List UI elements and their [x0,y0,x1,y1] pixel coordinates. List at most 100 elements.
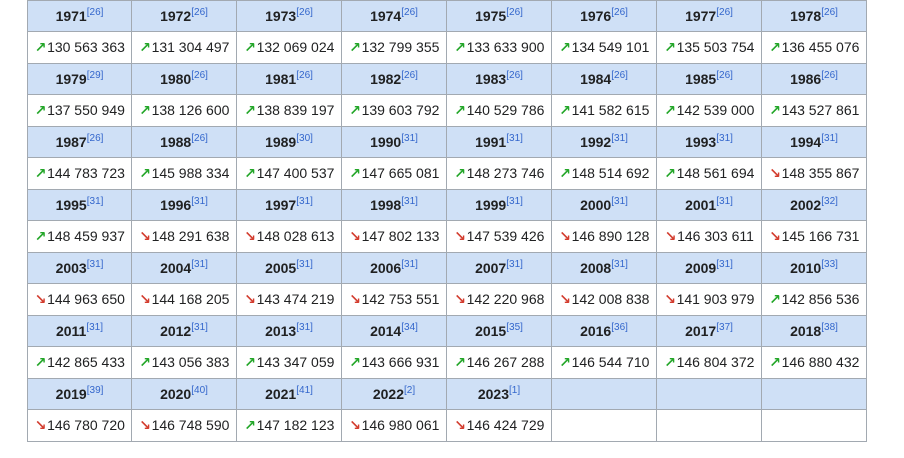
year-header-cell: 2005[31] [236,252,342,284]
year-label: 1998 [370,197,402,213]
population-value-row: ↗130 563 363 ↗131 304 497 ↗132 069 024 ↗132… [27,31,867,64]
reference-link[interactable]: [31] [86,322,103,333]
year-header-cell: 2013[31] [236,315,342,347]
reference-link[interactable]: [26] [611,7,628,18]
reference-link[interactable]: [41] [296,385,313,396]
reference-link[interactable]: [36] [611,322,628,333]
population-value: 135 503 754 [676,39,755,55]
reference-link[interactable]: [31] [191,322,208,333]
population-value-cell: ↗131 304 497 [131,31,237,64]
reference-link[interactable]: [26] [506,70,523,81]
year-header-cell: 2000[31] [551,189,657,221]
reference-link[interactable]: [26] [716,70,733,81]
year-label: 1988 [160,134,192,150]
reference-link[interactable]: [31] [191,259,208,270]
reference-link[interactable]: [31] [401,259,418,270]
reference-link[interactable]: [31] [611,259,628,270]
reference-link[interactable]: [33] [821,259,838,270]
population-value-cell: ↗147 400 537 [236,157,342,190]
reference-link[interactable]: [31] [611,133,628,144]
reference-link[interactable]: [31] [296,259,313,270]
population-value-cell: ↗142 865 433 [27,346,132,379]
year-header-cell: 2018[38] [761,315,867,347]
reference-link[interactable]: [31] [506,133,523,144]
year-header-cell: 1989[30] [236,126,342,158]
reference-link[interactable]: [31] [506,196,523,207]
reference-link[interactable]: [26] [191,7,208,18]
reference-link[interactable]: [31] [716,196,733,207]
reference-link[interactable]: [31] [296,196,313,207]
year-header-cell: 2012[31] [131,315,237,347]
population-value: 130 563 363 [47,39,125,55]
population-value-cell: ↘147 539 426 [446,220,552,253]
year-label: 2008 [580,260,612,276]
population-value: 146 804 372 [676,354,755,370]
year-header-cell: 2015[35] [446,315,552,347]
reference-link[interactable]: [26] [87,133,104,144]
trend-down-icon: ↘ [559,291,571,307]
reference-link[interactable]: [26] [821,70,838,81]
population-value-row: ↗148 459 937 ↘148 291 638 ↘148 028 613 ↘147… [27,220,867,253]
year-label: 1989 [265,134,297,150]
population-value-cell: ↘142 753 551 [341,283,447,316]
reference-link[interactable]: [26] [506,7,523,18]
reference-link[interactable]: [31] [821,133,838,144]
reference-link[interactable]: [26] [296,7,313,18]
population-value-cell: ↗134 549 101 [551,31,657,64]
reference-link[interactable]: [31] [296,322,313,333]
reference-link[interactable]: [26] [191,133,208,144]
year-header-cell: 1986[26] [761,63,867,95]
population-value: 144 963 650 [47,291,125,307]
reference-link[interactable]: [31] [87,259,104,270]
reference-link[interactable]: [40] [191,385,208,396]
population-value: 147 182 123 [256,417,335,433]
reference-link[interactable]: [26] [87,7,104,18]
reference-link[interactable]: [26] [401,7,418,18]
population-value: 137 550 949 [47,102,125,118]
reference-link[interactable]: [31] [401,196,418,207]
reference-link[interactable]: [38] [821,322,838,333]
trend-up-icon: ↗ [349,165,361,181]
reference-link[interactable]: [31] [87,196,104,207]
reference-link[interactable]: [37] [716,322,733,333]
reference-link[interactable]: [2] [404,385,415,396]
year-label: 1992 [580,134,612,150]
reference-link[interactable]: [26] [296,70,313,81]
reference-link[interactable]: [26] [191,70,208,81]
population-value-cell: ↗143 527 861 [761,94,867,127]
reference-link[interactable]: [26] [716,7,733,18]
reference-link[interactable]: [1] [509,385,520,396]
population-value: 144 783 723 [47,165,125,181]
reference-link[interactable]: [26] [401,70,418,81]
population-value: 143 474 219 [256,291,335,307]
reference-link[interactable]: [32] [821,196,838,207]
population-value: 144 168 205 [151,291,230,307]
year-header-row: 1979[29] 1980[26] 1981[26] 1982[26] 1983[26]… [27,63,867,95]
population-value: 142 865 433 [47,354,125,370]
reference-link[interactable]: [31] [401,133,418,144]
reference-link[interactable]: [31] [716,259,733,270]
year-label: 2022 [372,386,405,402]
reference-link[interactable]: [26] [611,70,628,81]
reference-link[interactable]: [26] [821,7,838,18]
reference-link[interactable]: [31] [506,259,523,270]
year-header-cell: 1976[26] [551,0,657,32]
reference-link[interactable]: [34] [401,322,418,333]
population-value-cell: ↗147 182 123 [236,409,342,442]
reference-link[interactable]: [29] [87,70,104,81]
trend-up-icon: ↗ [139,39,151,55]
reference-link[interactable]: [31] [191,196,208,207]
reference-link[interactable]: [39] [87,385,104,396]
population-value-cell: ↗146 804 372 [656,346,762,379]
trend-up-icon: ↗ [244,165,256,181]
population-value-cell: ↘141 903 979 [656,283,762,316]
year-label: 2021 [265,386,297,402]
reference-link[interactable]: [35] [506,322,523,333]
year-header-row: 1987[26] 1988[26] 1989[30] 1990[31] 1991[31]… [27,126,867,158]
year-header-cell: 1985[26] [656,63,762,95]
reference-link[interactable]: [30] [296,133,313,144]
trend-down-icon: ↘ [454,417,466,433]
reference-link[interactable]: [31] [716,133,733,144]
year-label: 2012 [160,323,192,339]
reference-link[interactable]: [31] [611,196,628,207]
